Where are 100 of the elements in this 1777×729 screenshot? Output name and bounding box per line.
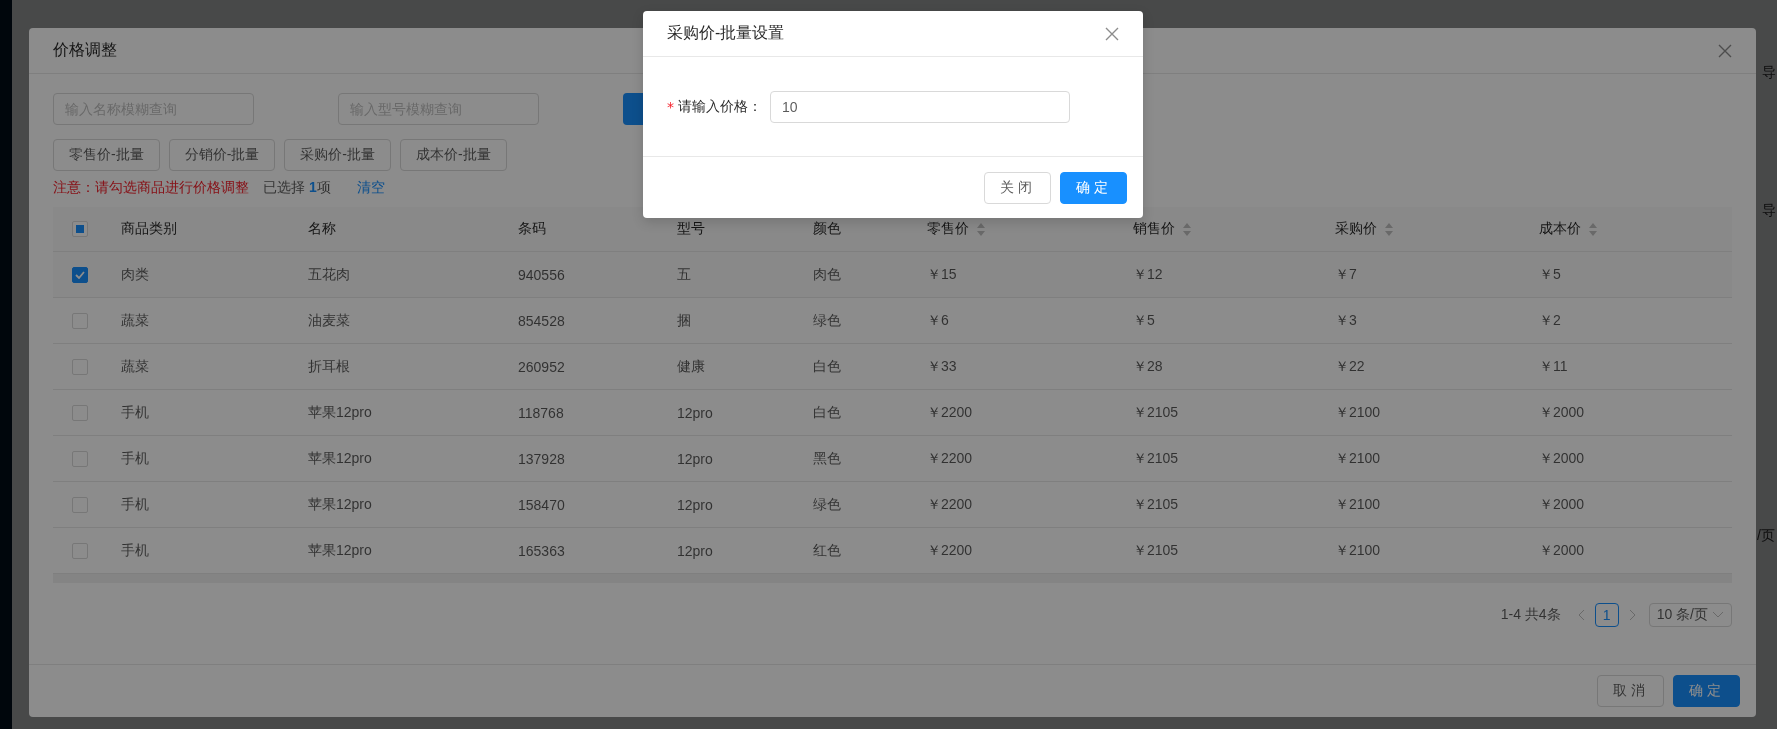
- table-cell-text: ￥15: [926, 265, 958, 284]
- sort-icon[interactable]: [1589, 222, 1597, 236]
- table-cell-text: 五: [676, 265, 692, 284]
- pagination-summary: 1-4 共4条: [1500, 606, 1561, 624]
- table-cell-text: ￥2200: [926, 403, 974, 422]
- dialog-title: 价格调整: [53, 40, 117, 60]
- table-cell-text: 捆: [676, 311, 692, 330]
- table-cell-text: 165363: [517, 542, 566, 559]
- confirm-button[interactable]: 确定: [1060, 171, 1127, 204]
- table-cell-text: 137928: [517, 450, 566, 467]
- table-cell-text: 油麦菜: [307, 311, 351, 330]
- table-cell-text: 手机: [120, 495, 150, 514]
- table-cell-text: 118768: [517, 404, 565, 421]
- table-cell-text: 854528: [517, 312, 566, 329]
- sort-icon[interactable]: [1385, 222, 1393, 236]
- table-cell-text: ￥3: [1334, 311, 1358, 330]
- background-label: 导: [1762, 64, 1776, 82]
- dialog-title: 采购价-批量设置: [667, 23, 785, 43]
- table-cell-text: ￥2000: [1538, 495, 1586, 514]
- table-cell-text: 940556: [517, 266, 566, 283]
- table-cell-text: 苹果12pro: [307, 449, 373, 468]
- table-cell-text: ￥2105: [1132, 403, 1180, 422]
- row-checkbox[interactable]: [72, 266, 88, 283]
- column-header: 条码: [518, 220, 546, 238]
- table-cell-text: 12pro: [676, 496, 714, 513]
- required-mark: *: [667, 98, 674, 115]
- table-cell-text: 健康: [676, 357, 706, 376]
- table-cell-text: ￥2105: [1132, 449, 1180, 468]
- table-cell-text: 12pro: [676, 404, 714, 421]
- table-cell-text: ￥6: [926, 311, 950, 330]
- table-cell-text: ￥12: [1132, 265, 1164, 284]
- page-size-select[interactable]: 10 条/页: [1648, 603, 1732, 627]
- table-cell-text: ￥2200: [926, 449, 974, 468]
- sort-icon[interactable]: [977, 222, 985, 236]
- sort-icon[interactable]: [1183, 222, 1191, 236]
- column-header: 商品类别: [121, 220, 177, 238]
- table-cell-text: 蔬菜: [120, 311, 150, 330]
- column-header: 成本价: [1539, 220, 1581, 238]
- background-label: 导: [1762, 202, 1776, 220]
- table-cell-text: ￥11: [1538, 357, 1569, 376]
- table-cell-text: 绿色: [812, 495, 842, 514]
- table-cell-text: 苹果12pro: [307, 495, 373, 514]
- table-cell-text: 手机: [120, 449, 150, 468]
- table-cell-text: ￥2200: [926, 495, 974, 514]
- table-cell-text: ￥2105: [1132, 541, 1180, 560]
- table-cell-text: 手机: [120, 541, 150, 560]
- table-cell-text: 绿色: [812, 311, 842, 330]
- page-number[interactable]: 1: [1594, 603, 1619, 627]
- table-cell-text: 12pro: [676, 450, 714, 467]
- table-cell-text: ￥2200: [926, 541, 974, 560]
- table-cell-text: ￥2100: [1334, 541, 1382, 560]
- cancel-button[interactable]: 取消: [1597, 675, 1664, 707]
- table-cell-text: ￥2100: [1334, 449, 1382, 468]
- column-header: 采购价: [1335, 220, 1377, 238]
- table-cell-text: 白色: [812, 403, 842, 422]
- background-label: /页: [1757, 527, 1775, 545]
- notice-text: 注意：请勾选商品进行价格调整: [53, 179, 249, 197]
- table-cell-text: 肉类: [120, 265, 150, 284]
- column-header: 颜色: [813, 220, 841, 238]
- cancel-button[interactable]: 关闭: [984, 171, 1051, 204]
- table-cell-text: 手机: [120, 403, 150, 422]
- check-icon: [75, 270, 85, 279]
- table-cell-text: 苹果12pro: [307, 541, 373, 560]
- close-icon[interactable]: [1105, 26, 1119, 41]
- column-header: 型号: [677, 220, 705, 238]
- table-cell-text: 五花肉: [307, 265, 351, 284]
- table-cell-text: 蔬菜: [120, 357, 150, 376]
- batch-price-button[interactable]: 分销价-批量: [168, 139, 276, 171]
- table-cell-text: ￥33: [926, 357, 958, 376]
- table-cell-text: 260952: [517, 358, 566, 375]
- table-cell-text: ￥2: [1538, 311, 1562, 330]
- clear-link[interactable]: 清空: [356, 179, 385, 197]
- table-cell-text: ￥2000: [1538, 449, 1586, 468]
- table-cell-text: ￥28: [1132, 357, 1164, 376]
- table-cell-text: ￥5: [1538, 265, 1562, 284]
- table-cell-text: 黑色: [812, 449, 842, 468]
- table-cell-text: ￥2000: [1538, 403, 1586, 422]
- table-cell-text: 红色: [812, 541, 842, 560]
- column-header: 零售价: [927, 220, 969, 238]
- table-cell-text: ￥2105: [1132, 495, 1180, 514]
- confirm-button[interactable]: 确定: [1673, 675, 1740, 707]
- table-cell-text: ￥5: [1132, 311, 1156, 330]
- table-cell-text: ￥22: [1334, 357, 1366, 376]
- table-cell-text: 158470: [517, 496, 566, 513]
- batch-price-button[interactable]: 零售价-批量: [53, 139, 160, 171]
- batch-price-button[interactable]: 成本价-批量: [400, 139, 507, 171]
- selection-count: 已选择 1项: [263, 179, 331, 197]
- chevron-down-icon: [1712, 611, 1724, 619]
- batch-price-button[interactable]: 采购价-批量: [284, 139, 391, 171]
- previous-page-icon[interactable]: [1576, 610, 1587, 620]
- column-header: 销售价: [1133, 220, 1175, 238]
- column-header: 名称: [308, 220, 336, 238]
- table-cell-text: ￥2100: [1334, 403, 1382, 422]
- field-label: 请输入价格：: [678, 97, 762, 116]
- table-cell-text: 苹果12pro: [307, 403, 373, 422]
- table-cell-text: 折耳根: [307, 357, 351, 376]
- price-field[interactable]: 10: [770, 90, 1070, 123]
- select-all-checkbox[interactable]: [72, 221, 88, 237]
- table-cell-text: 白色: [812, 357, 842, 376]
- table-cell-text: 12pro: [676, 542, 714, 559]
